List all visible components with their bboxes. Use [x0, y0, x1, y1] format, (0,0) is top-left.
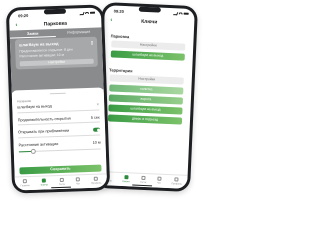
- signal-icon: [172, 11, 178, 15]
- back-arrow-icon[interactable]: ‹: [110, 17, 112, 23]
- status-time: 09:20: [113, 8, 125, 14]
- card-settings-button[interactable]: Настройки: [19, 58, 94, 67]
- duration-label: Продолжительность открытия: [17, 116, 71, 123]
- screen-keys: 09:20 ‹ Ключи Парковка Настройки шлагбау…: [97, 5, 195, 189]
- chat-icon: [75, 177, 80, 182]
- home-icon: [22, 179, 27, 184]
- signal-icon: [79, 11, 85, 15]
- phone-right: 09:20 ‹ Ключи Парковка Настройки шлагбау…: [93, 1, 199, 193]
- back-arrow-icon[interactable]: ‹: [15, 22, 17, 28]
- section-title-territory: Территория: [109, 67, 133, 74]
- tabbar-item-keys[interactable]: Ключи: [40, 178, 48, 189]
- key-button-entrance-door[interactable]: дверь в подъезд: [107, 114, 183, 125]
- battery-icon: [89, 11, 96, 15]
- page-title: Ключи: [140, 18, 158, 26]
- section-title-parking: Парковка: [110, 33, 130, 40]
- profile-icon: [93, 176, 99, 181]
- notch: [43, 8, 67, 15]
- tabbar-item-profile[interactable]: Профиль: [91, 176, 102, 188]
- wifi-icon: [84, 11, 89, 15]
- slider-knob[interactable]: [30, 149, 37, 155]
- key-button-gate[interactable]: калитка: [109, 84, 184, 95]
- phone-left: 09:20 ‹ Парковка Замки Информация шлагба…: [5, 4, 111, 194]
- approach-label: Открывать при приближении: [18, 129, 70, 135]
- lock-card-title: шлагбаум на выход: [18, 40, 59, 48]
- approach-toggle[interactable]: [93, 127, 101, 133]
- distance-label: Расстояние активации: [18, 141, 59, 148]
- duration-value[interactable]: 5 сек: [91, 115, 100, 119]
- chat-icon: [157, 176, 162, 181]
- tabbar-item-home[interactable]: Главная: [20, 179, 30, 190]
- key-button-gates[interactable]: ворота: [108, 94, 184, 105]
- lock-card: шлагбаум на выход ▯ Предоставляется откр…: [14, 36, 98, 70]
- guests-icon: [59, 177, 64, 182]
- tabbar-item-profile[interactable]: Профиль: [171, 177, 182, 188]
- key-icon: [42, 178, 47, 183]
- bookmark-icon[interactable]: ▯: [91, 40, 93, 45]
- battery-icon: [183, 12, 189, 16]
- key-button-parking-exit[interactable]: шлагбаум на выход: [110, 50, 185, 61]
- page-title: Парковка: [43, 20, 68, 28]
- parking-settings-button[interactable]: Настройки: [111, 40, 186, 51]
- name-value[interactable]: шлагбаум на выход: [17, 105, 52, 110]
- tab-bar: Главная Ключи Гости Чат Профиль: [97, 170, 188, 189]
- distance-value: 10 м: [92, 140, 101, 145]
- status-time: 09:20: [17, 12, 29, 19]
- tabbar-item-chat[interactable]: Чат: [75, 177, 80, 188]
- wifi-icon: [178, 12, 183, 15]
- tab-locks[interactable]: Замки: [9, 29, 56, 39]
- tabbar-item-keys[interactable]: Ключи: [122, 175, 130, 186]
- approach-row: Открывать при приближении: [18, 125, 101, 139]
- key-icon: [124, 175, 129, 180]
- clear-icon[interactable]: ✕: [96, 103, 99, 107]
- duration-field[interactable]: Продолжительность открытия 5 сек: [17, 113, 100, 126]
- notch: [138, 6, 161, 13]
- tab-bar: Главная Ключи Гости Чат Профиль: [14, 173, 108, 191]
- tab-info[interactable]: Информация: [56, 27, 102, 37]
- tabbar-item-chat[interactable]: Чат: [157, 176, 162, 188]
- guests-icon: [141, 175, 146, 181]
- profile-icon: [174, 177, 180, 182]
- territory-settings-button[interactable]: Настройки: [109, 74, 184, 85]
- sheet-handle[interactable]: [49, 92, 66, 95]
- key-button-barrier-entry[interactable]: шлагбаум на въезд: [108, 104, 183, 115]
- screen-parking: 09:20 ‹ Парковка Замки Информация шлагба…: [8, 7, 108, 191]
